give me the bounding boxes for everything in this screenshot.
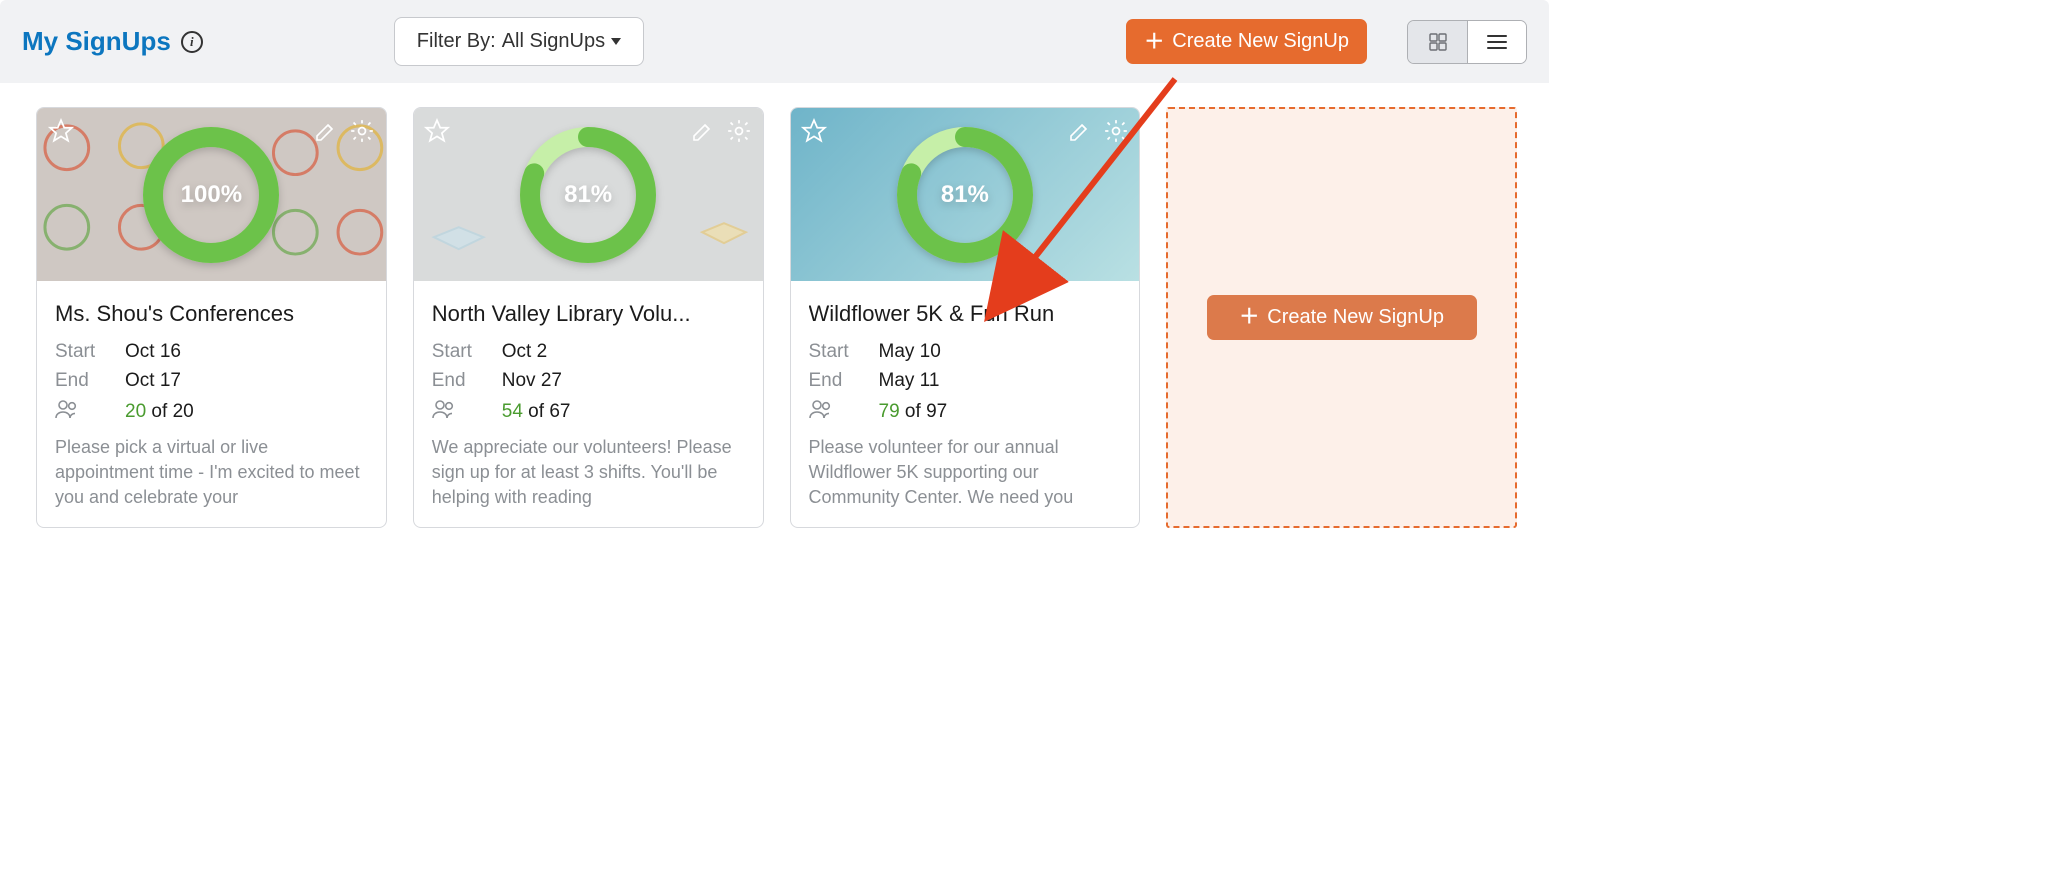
card-title: North Valley Library Volu... (432, 301, 745, 327)
card-description: We appreciate our volunteers! Please sig… (432, 435, 745, 511)
page-title-text: My SignUps (22, 26, 171, 57)
filter-dropdown[interactable]: Filter By: All SignUps (394, 17, 644, 66)
count-value: 54 of 67 (502, 401, 571, 423)
count-value: 79 of 97 (879, 401, 948, 423)
chevron-down-icon (611, 38, 621, 45)
end-value: Nov 27 (502, 370, 562, 392)
card-title: Ms. Shou's Conferences (55, 301, 368, 327)
end-label: End (432, 370, 502, 392)
progress-donut: 81% (517, 124, 659, 266)
grid-view-button[interactable] (1408, 21, 1467, 63)
create-signup-label: Create New SignUp (1172, 30, 1349, 53)
create-signup-placeholder-button[interactable]: ＋ Create New SignUp (1207, 295, 1477, 340)
signup-card[interactable]: 81% North Valley Library Volu... StartOc… (413, 107, 764, 528)
plus-icon: ＋ (1144, 32, 1164, 52)
start-value: Oct 2 (502, 341, 547, 363)
grid-icon (1428, 32, 1448, 52)
create-signup-button[interactable]: ＋ Create New SignUp (1126, 19, 1367, 64)
filter-prefix: Filter By: (417, 30, 496, 53)
card-body: Ms. Shou's Conferences StartOct 16 EndOc… (37, 281, 386, 527)
progress-percent: 81% (894, 124, 1036, 266)
menu-icon (1486, 33, 1508, 51)
people-icon (55, 399, 125, 425)
cards-container: 100% Ms. Shou's Conferences StartOct 16 … (0, 83, 1549, 542)
end-value: May 11 (879, 370, 940, 392)
card-description: Please volunteer for our annual Wildflow… (809, 435, 1122, 511)
people-icon (809, 399, 879, 425)
edit-icon[interactable] (313, 117, 340, 144)
star-icon[interactable] (801, 117, 828, 144)
card-description: Please pick a virtual or live appointmen… (55, 435, 368, 511)
start-label: Start (809, 341, 879, 363)
create-signup-placeholder-label: Create New SignUp (1267, 306, 1444, 329)
info-icon[interactable]: i (181, 31, 203, 53)
create-signup-placeholder[interactable]: ＋ Create New SignUp (1166, 107, 1517, 528)
card-body: Wildflower 5K & Fun Run StartMay 10 EndM… (791, 281, 1140, 527)
star-icon[interactable] (424, 117, 451, 144)
card-hero: 100% (37, 108, 386, 281)
edit-icon[interactable] (690, 117, 717, 144)
gear-icon[interactable] (349, 117, 376, 144)
start-label: Start (55, 341, 125, 363)
gear-icon[interactable] (1102, 117, 1129, 144)
count-value: 20 of 20 (125, 401, 194, 423)
list-view-button[interactable] (1467, 21, 1526, 63)
view-toggle (1407, 20, 1527, 64)
card-body: North Valley Library Volu... StartOct 2 … (414, 281, 763, 527)
card-hero: 81% (791, 108, 1140, 281)
star-icon[interactable] (47, 117, 74, 144)
start-value: Oct 16 (125, 341, 181, 363)
start-label: Start (432, 341, 502, 363)
card-hero: 81% (414, 108, 763, 281)
end-value: Oct 17 (125, 370, 181, 392)
plus-icon: ＋ (1239, 307, 1259, 327)
end-label: End (809, 370, 879, 392)
progress-percent: 81% (517, 124, 659, 266)
card-title: Wildflower 5K & Fun Run (809, 301, 1122, 327)
start-value: May 10 (879, 341, 941, 363)
progress-donut: 100% (140, 124, 282, 266)
filter-value: All SignUps (502, 30, 605, 53)
gear-icon[interactable] (726, 117, 753, 144)
people-icon (432, 399, 502, 425)
page-title: My SignUps i (22, 26, 203, 57)
progress-percent: 100% (140, 124, 282, 266)
signup-card[interactable]: 81% Wildflower 5K & Fun Run StartMay 10 … (790, 107, 1141, 528)
header-bar: My SignUps i Filter By: All SignUps ＋ Cr… (0, 0, 1549, 83)
progress-donut: 81% (894, 124, 1036, 266)
edit-icon[interactable] (1066, 117, 1093, 144)
signup-card[interactable]: 100% Ms. Shou's Conferences StartOct 16 … (36, 107, 387, 528)
end-label: End (55, 370, 125, 392)
